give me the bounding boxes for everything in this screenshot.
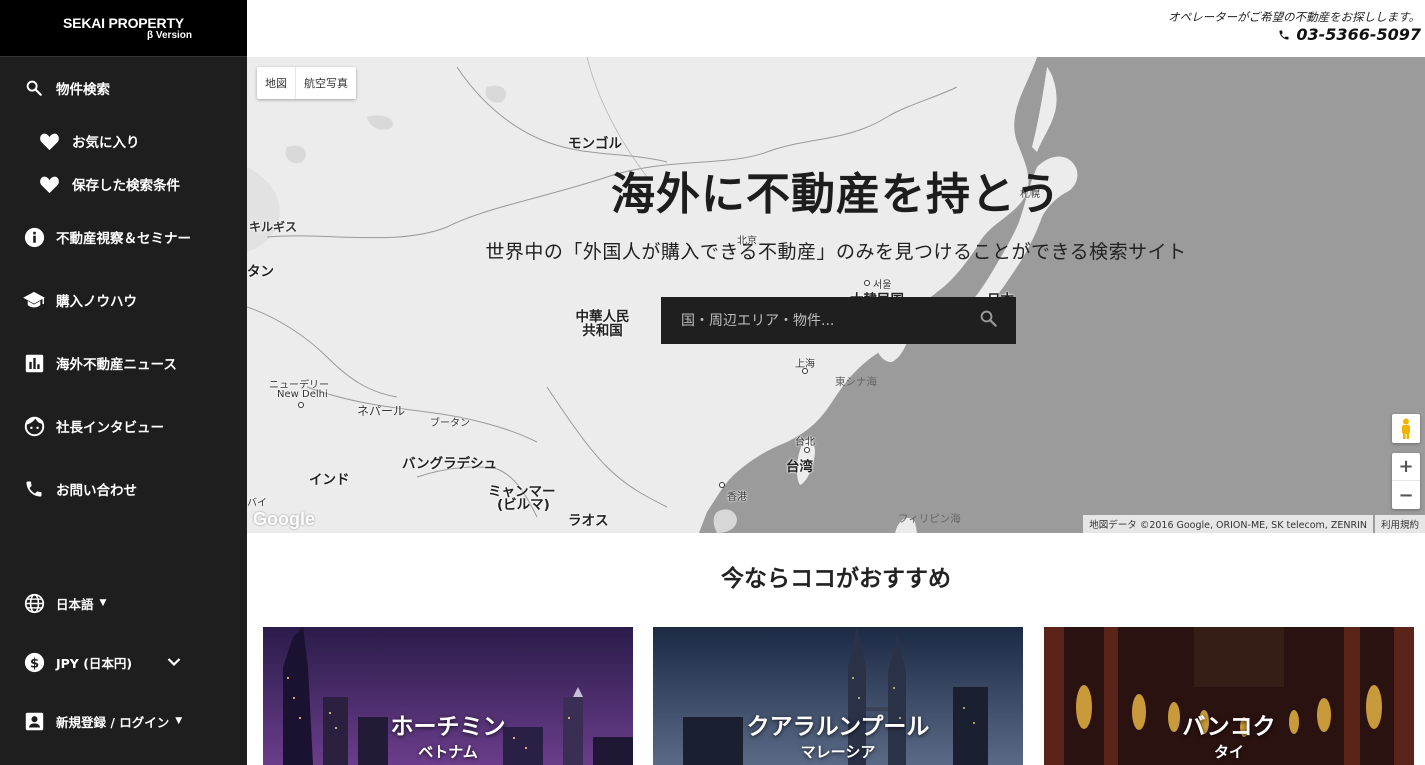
sidebar-item-seminar[interactable]: 不動産視察＆セミナー bbox=[0, 226, 247, 248]
graduation-cap-icon bbox=[23, 289, 45, 311]
destination-card-kualalumpur[interactable]: クアラルンプール マレーシア bbox=[653, 627, 1023, 765]
zoom-in-button[interactable]: + bbox=[1392, 453, 1420, 481]
sidebar-item-label: お気に入り bbox=[72, 135, 140, 151]
map-label: 中華人民共和国 bbox=[575, 309, 630, 339]
map-label: モンゴル bbox=[568, 136, 622, 152]
face-icon bbox=[23, 415, 45, 437]
phone-number: 03-5366-5097 bbox=[1296, 25, 1421, 44]
city-dot bbox=[719, 482, 725, 488]
pegman-icon bbox=[1402, 418, 1410, 439]
hero-subtitle: 世界中の「外国人が購入できる不動産」のみを見つけることができる検索サイト bbox=[485, 241, 1187, 263]
map-label: フィリピン海 bbox=[898, 513, 961, 525]
bar-chart-icon bbox=[23, 352, 45, 374]
search-icon[interactable] bbox=[979, 309, 998, 332]
map-label: New Delhi bbox=[277, 389, 328, 400]
sidebar-item-label: 物件検索 bbox=[56, 82, 110, 98]
google-logo: Google bbox=[253, 509, 315, 529]
city-dot bbox=[802, 368, 808, 374]
card-country: タイ bbox=[1213, 743, 1244, 761]
brand-version: β Version bbox=[146, 30, 192, 41]
caret-down-icon: ▼ bbox=[99, 598, 107, 608]
account-label: 新規登録 / ログイン bbox=[56, 714, 170, 730]
currency-label: JPY (日本円) bbox=[56, 655, 133, 671]
sidebar-item-favorites[interactable]: お気に入り bbox=[0, 130, 247, 152]
phone-link[interactable]: 03-5366-5097 bbox=[1278, 25, 1421, 44]
sidebar-item-label: 社長インタビュー bbox=[56, 420, 164, 436]
search-icon bbox=[23, 77, 45, 99]
map-label: 東シナ海 bbox=[835, 376, 877, 388]
account-menu[interactable]: 新規登録 / ログイン ▼ bbox=[0, 710, 247, 732]
sidebar-item-news[interactable]: 海外不動産ニュース bbox=[0, 352, 247, 374]
city-dot bbox=[864, 280, 870, 286]
map-label: インド bbox=[309, 472, 350, 488]
operator-tagline: オペレーターがご希望の不動産をお探しします。 bbox=[1168, 10, 1420, 24]
sidebar-item-property-search[interactable]: 物件検索 bbox=[0, 77, 247, 99]
map-label: ラオス bbox=[568, 513, 609, 529]
map-label: ブータン bbox=[430, 418, 470, 429]
search-input[interactable] bbox=[681, 312, 979, 329]
sidebar-item-knowhow[interactable]: 購入ノウハウ bbox=[0, 289, 247, 311]
heart-icon bbox=[38, 173, 60, 195]
street-view-pegman[interactable] bbox=[1392, 414, 1420, 443]
recommend-title: 今ならココがおすすめ bbox=[721, 566, 951, 592]
city-dot bbox=[298, 402, 304, 408]
map-label: 台湾 bbox=[786, 459, 813, 475]
map-label: 台北 bbox=[795, 437, 815, 448]
city-dot bbox=[804, 447, 810, 453]
sidebar-item-label: 購入ノウハウ bbox=[56, 294, 137, 310]
phone-icon bbox=[1279, 30, 1289, 39]
language-selector[interactable]: 日本語 ▼ bbox=[0, 592, 247, 614]
logo[interactable]: SEKAI PROPERTY β Version bbox=[0, 0, 247, 57]
destination-card-hochiminh[interactable]: ホーチミン ベトナム bbox=[263, 627, 633, 765]
currency-selector[interactable]: $ JPY (日本円) bbox=[0, 651, 247, 673]
chevron-down-icon bbox=[167, 655, 181, 670]
card-country: ベトナム bbox=[418, 743, 478, 761]
map-label: バングラデシュ bbox=[402, 456, 498, 472]
hero-map[interactable]: 地図 航空写真 モンゴル キルギス タン 中華人民共和国 北京 서울 大韓民国 … bbox=[247, 57, 1425, 533]
zoom-out-button[interactable]: − bbox=[1392, 481, 1420, 509]
sidebar-item-label: 保存した検索条件 bbox=[72, 178, 180, 194]
top-header: オペレーターがご希望の不動産をお探しします。 03-5366-5097 bbox=[247, 0, 1425, 57]
heart-icon bbox=[38, 130, 60, 152]
sidebar-item-label: お問い合わせ bbox=[56, 483, 137, 499]
account-icon bbox=[23, 710, 45, 732]
card-city: ホーチミン bbox=[390, 714, 506, 740]
sidebar-item-label: 不動産視察＆セミナー bbox=[56, 231, 191, 247]
info-icon bbox=[23, 226, 45, 248]
brand-name: SEKAI PROPERTY bbox=[63, 15, 184, 31]
sidebar-item-contact[interactable]: お問い合わせ bbox=[0, 478, 247, 500]
card-country: マレーシア bbox=[800, 743, 876, 761]
map-attribution: 地図データ ©2016 Google, ORION-ME, SK telecom… bbox=[1083, 515, 1425, 533]
sidebar-item-interview[interactable]: 社長インタビュー bbox=[0, 415, 247, 437]
hero-title: 海外に不動産を持とう bbox=[611, 169, 1061, 220]
map-label: (ビルマ) bbox=[497, 497, 550, 513]
map-label: ネパール bbox=[357, 404, 406, 418]
sidebar-item-saved-searches[interactable]: 保存した検索条件 bbox=[0, 173, 247, 195]
destination-card-bangkok[interactable]: バンコク タイ bbox=[1044, 627, 1414, 765]
globe-icon bbox=[23, 592, 45, 614]
search-box[interactable] bbox=[661, 297, 1016, 344]
map-label: 香港 bbox=[727, 492, 747, 503]
card-city: バンコク bbox=[1182, 714, 1276, 740]
map-type-control: 地図 航空写真 bbox=[257, 67, 356, 99]
terms-link[interactable]: 利用規約 bbox=[1374, 515, 1425, 533]
sidebar: SEKAI PROPERTY β Version 物件検索 お気に入り 保存した… bbox=[0, 0, 247, 765]
attribution-text: 地図データ ©2016 Google, ORION-ME, SK telecom… bbox=[1083, 515, 1373, 533]
map-label: バイ bbox=[247, 498, 267, 509]
phone-icon bbox=[23, 478, 45, 500]
map-type-map-button[interactable]: 地図 bbox=[257, 67, 295, 99]
map-type-satellite-button[interactable]: 航空写真 bbox=[295, 67, 356, 99]
dollar-icon: $ bbox=[23, 651, 45, 673]
language-label: 日本語 bbox=[56, 596, 94, 612]
svg-text:$: $ bbox=[29, 656, 38, 671]
card-city: クアラルンプール bbox=[746, 714, 930, 740]
zoom-control: + − bbox=[1392, 453, 1420, 509]
caret-down-icon: ▼ bbox=[175, 716, 183, 726]
sidebar-item-label: 海外不動産ニュース bbox=[56, 357, 177, 373]
